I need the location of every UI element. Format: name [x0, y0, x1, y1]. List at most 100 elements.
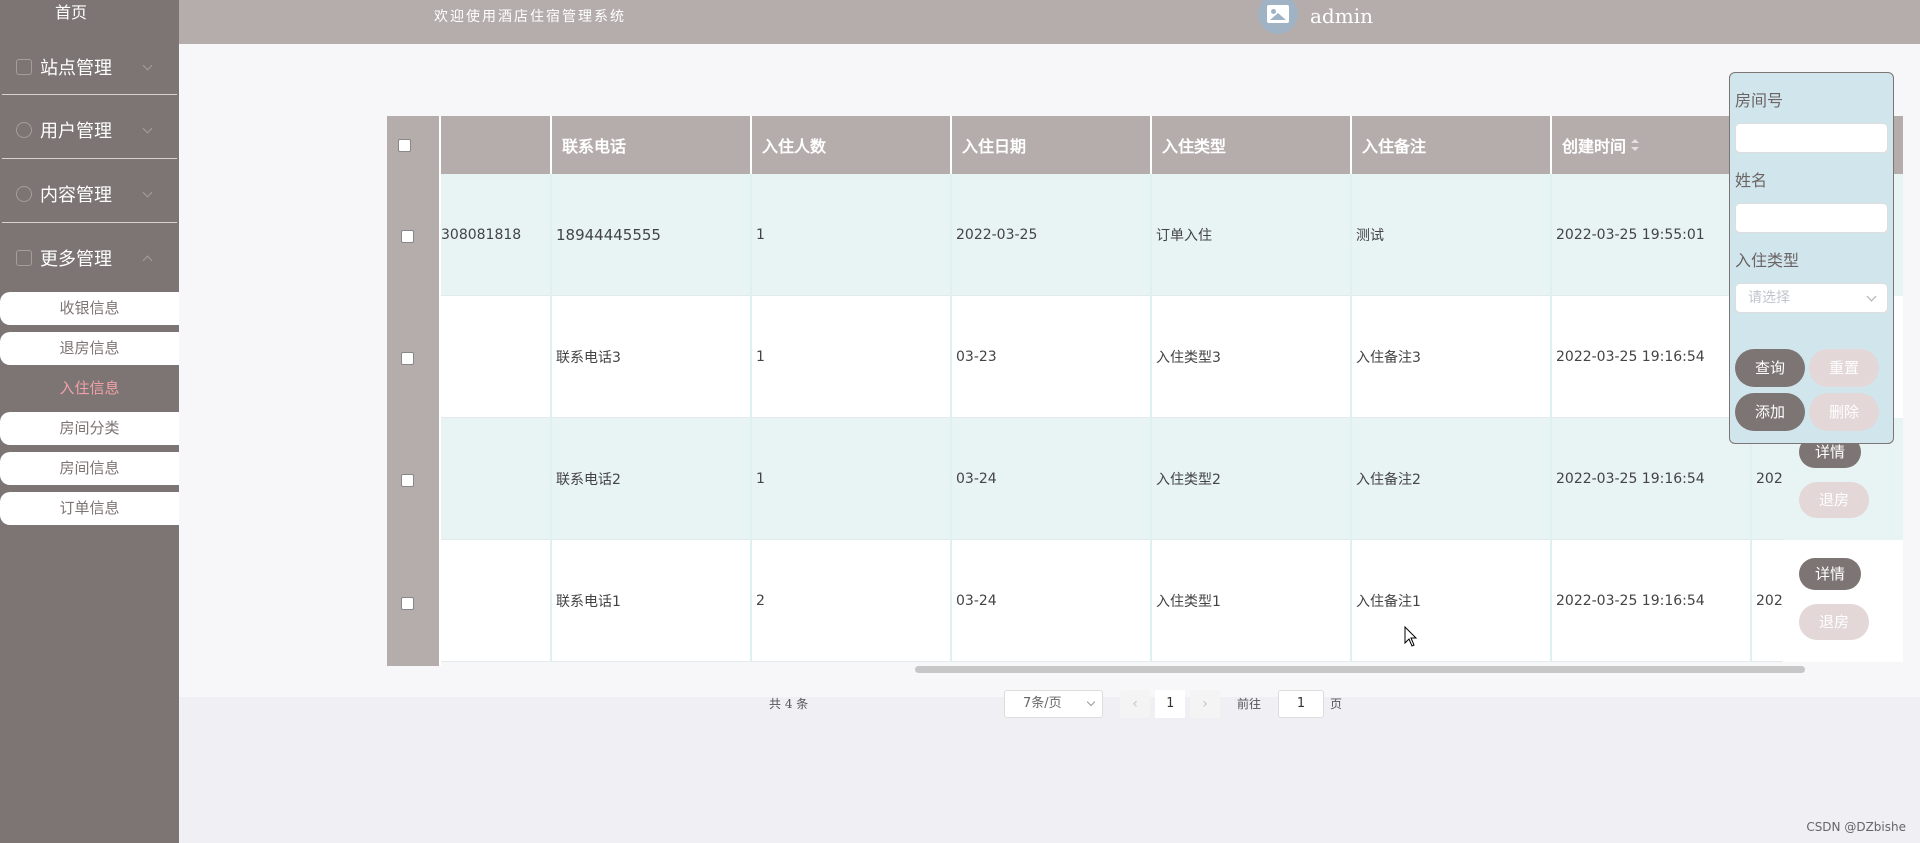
checkin-type-select[interactable]: 请选择: [1735, 283, 1888, 313]
column-header-checkin-type: 入住类型: [1152, 116, 1352, 174]
menu-group-site[interactable]: 站点管理: [0, 36, 179, 98]
sidebar-item-cashier[interactable]: 收银信息: [0, 292, 179, 325]
goto-page-input[interactable]: 1: [1278, 690, 1324, 718]
cell-checkin-type: 入住类型1: [1152, 540, 1352, 662]
sidebar-item-room-category[interactable]: 房间分类: [0, 412, 179, 445]
room-number-input[interactable]: [1735, 123, 1888, 153]
table-header: 联系电话 入住人数 入住日期 入住类型 入住备注 创建时间 更: [387, 116, 1903, 174]
column-header-checkin-remark: 入住备注: [1352, 116, 1552, 174]
chevron-down-icon: [1086, 697, 1096, 707]
cell-id: 308081818: [441, 174, 552, 296]
sort-icon[interactable]: [1631, 139, 1640, 151]
chevron-down-icon: [1866, 291, 1877, 302]
row-checkbox[interactable]: [401, 352, 414, 365]
cell-phone: 联系电话1: [552, 540, 752, 662]
monitor-icon: [16, 59, 32, 75]
cell-checkin-remark: 入住备注1: [1352, 540, 1552, 662]
name-input[interactable]: [1735, 203, 1888, 233]
query-button[interactable]: 查询: [1735, 349, 1805, 387]
column-header-phone: 联系电话: [552, 116, 752, 174]
chevron-down-icon: [142, 187, 153, 197]
menu-group-more[interactable]: 更多管理: [0, 227, 179, 289]
sidebar: 首页 站点管理 用户管理 内容管理 更多管理 收银信息 退房信息 入住信息 房间…: [0, 0, 179, 843]
menu-divider: [2, 158, 177, 159]
watermark: CSDN @DZbishe: [1806, 820, 1906, 834]
mouse-cursor-icon: [1404, 626, 1418, 647]
cell-checkin-remark: 入住备注2: [1352, 418, 1552, 540]
cell-phone: 联系电话3: [552, 296, 752, 418]
checkin-type-label: 入住类型: [1735, 251, 1800, 270]
chevron-down-icon: [142, 60, 153, 70]
reset-button[interactable]: 重置: [1809, 349, 1879, 387]
sidebar-home-link[interactable]: 首页: [0, 2, 142, 24]
row-checkbox[interactable]: [401, 474, 414, 487]
cell-guest-count: 1: [752, 418, 952, 540]
search-panel: 房间号 姓名 入住类型 请选择 查询 重置 添加 删除: [1729, 72, 1894, 444]
cell-phone: 18944445555: [552, 174, 752, 296]
checkin-table: 联系电话 入住人数 入住日期 入住类型 入住备注 创建时间 更 30808181…: [387, 116, 1903, 673]
selection-column: [387, 116, 441, 666]
welcome-text: 欢迎使用酒店住宿管理系统: [434, 9, 626, 25]
row-checkbox[interactable]: [401, 597, 414, 610]
cell-id: [441, 296, 552, 418]
cell-checkin-remark: 入住备注3: [1352, 296, 1552, 418]
add-button[interactable]: 添加: [1735, 393, 1805, 431]
checkout-button[interactable]: 退房: [1799, 482, 1869, 518]
cell-guest-count: 2: [752, 540, 952, 662]
cell-checkin-type: 入住类型2: [1152, 418, 1352, 540]
sidebar-item-orders[interactable]: 订单信息: [0, 492, 179, 525]
cell-checkin-date: 03-24: [952, 540, 1152, 662]
prev-page-button[interactable]: ‹: [1120, 690, 1150, 718]
cell-guest-count: 1: [752, 174, 952, 296]
scrollbar-thumb[interactable]: [915, 666, 1805, 673]
avatar[interactable]: [1258, 0, 1298, 34]
menu-group-label: 内容管理: [40, 185, 112, 206]
menu-group-user[interactable]: 用户管理: [0, 99, 179, 161]
table-row: 联系电话2 1 03-24 入住类型2 入住备注2 2022-03-25 19:…: [441, 418, 1903, 540]
column-header-created-time[interactable]: 创建时间: [1552, 116, 1752, 174]
row-checkbox[interactable]: [401, 230, 414, 243]
menu-group-label: 用户管理: [40, 121, 112, 142]
user-icon: [16, 122, 32, 138]
cell-checkin-remark: 测试: [1352, 174, 1552, 296]
checkout-button[interactable]: 退房: [1799, 604, 1869, 640]
cell-checkin-date: 03-23: [952, 296, 1152, 418]
menu-divider: [2, 222, 177, 223]
chat-icon: [16, 186, 32, 202]
copy-icon: [16, 250, 32, 266]
username[interactable]: admin: [1310, 4, 1373, 28]
pagination-total: 共 4 条: [769, 697, 809, 711]
sidebar-item-checkin[interactable]: 入住信息: [0, 372, 179, 405]
menu-group-content[interactable]: 内容管理: [0, 163, 179, 225]
next-page-button[interactable]: ›: [1190, 690, 1220, 718]
room-number-label: 房间号: [1735, 91, 1784, 110]
column-header-guest-count: 入住人数: [752, 116, 952, 174]
cell-checkin-date: 2022-03-25: [952, 174, 1152, 296]
cell-created-time: 2022-03-25 19:16:54: [1552, 296, 1752, 418]
menu-divider: [2, 94, 177, 95]
name-label: 姓名: [1735, 171, 1768, 190]
cell-created-time: 2022-03-25 19:55:01: [1552, 174, 1752, 296]
table-row: 308081818 18944445555 1 2022-03-25 订单入住 …: [441, 174, 1903, 296]
sidebar-item-room-info[interactable]: 房间信息: [0, 452, 179, 485]
page-size-select[interactable]: 7条/页: [1004, 690, 1103, 718]
column-header-checkin-date: 入住日期: [952, 116, 1152, 174]
select-all-checkbox[interactable]: [398, 139, 411, 152]
cell-guest-count: 1: [752, 296, 952, 418]
column-header-label: 创建时间: [1562, 137, 1627, 156]
horizontal-scrollbar[interactable]: [387, 664, 1903, 673]
goto-suffix: 页: [1330, 697, 1343, 711]
cell-checkin-type: 订单入住: [1152, 174, 1352, 296]
sidebar-item-checkout[interactable]: 退房信息: [0, 332, 179, 365]
menu-group-label: 站点管理: [40, 58, 112, 79]
cell-created-time: 2022-03-25 19:16:54: [1552, 540, 1752, 662]
delete-button[interactable]: 删除: [1809, 393, 1879, 431]
image-icon: [1267, 5, 1289, 23]
column-header: [441, 116, 552, 174]
operations-cell: 详情 退房: [1783, 540, 1903, 662]
detail-button[interactable]: 详情: [1799, 558, 1861, 590]
current-page[interactable]: 1: [1155, 690, 1185, 718]
table-row: 联系电话1 2 03-24 入住类型1 入住备注1 2022-03-25 19:…: [441, 540, 1903, 662]
cell-created-time: 2022-03-25 19:16:54: [1552, 418, 1752, 540]
cell-id: [441, 418, 552, 540]
